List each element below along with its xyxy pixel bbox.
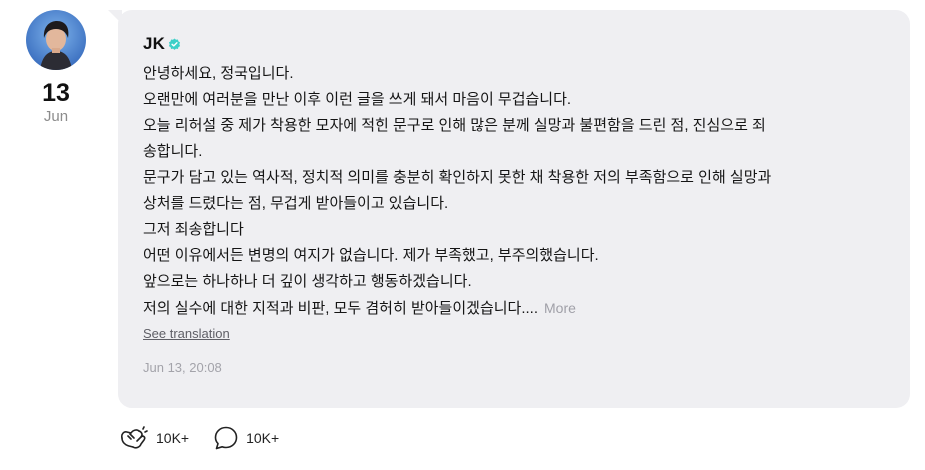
post-text-line: 그저 죄송합니다 <box>143 221 244 238</box>
author-row: JK <box>143 32 886 56</box>
post-text-line: 상처를 드렸다는 점, 무겁게 받아들이고 있습니다. <box>143 195 449 212</box>
post-text-line: 오늘 리허설 중 제가 착용한 모자에 적힌 문구로 인해 많은 분께 실망과 … <box>143 117 766 134</box>
post-text-line: 저의 실수에 대한 지적과 비판, 모두 겸허히 받아들이겠습니다.... <box>143 300 539 317</box>
post-timestamp: Jun 13, 20:08 <box>143 360 222 375</box>
comment-bubble-icon <box>214 426 238 450</box>
post-bubble: JK 안녕하세요, 정국입니다. 오랜만에 여러분을 만난 이후 이런 글을 쓰… <box>118 10 910 408</box>
post-date-month: Jun <box>43 108 69 125</box>
comment-button[interactable]: 10K+ <box>213 425 279 451</box>
post-body: 안녕하세요, 정국입니다. 오랜만에 여러분을 만난 이후 이런 글을 쓰게 돼… <box>143 61 886 322</box>
post-date-day: 13 <box>42 79 70 107</box>
author-name[interactable]: JK <box>143 34 165 54</box>
comment-count: 10K+ <box>246 430 280 446</box>
post-text-line: 안녕하세요, 정국입니다. <box>143 65 294 82</box>
post-text-line-last: 저의 실수에 대한 지적과 비판, 모두 겸허히 받아들이겠습니다.... Mor… <box>143 295 886 322</box>
post-date-column: 13 Jun <box>22 10 90 125</box>
like-hands-icon <box>121 426 148 449</box>
avatar[interactable] <box>26 10 86 70</box>
post-actions: 10K+ 10K+ <box>119 425 303 451</box>
post-text-line: 어떤 이유에서든 변명의 여지가 없습니다. 제가 부족했고, 부주의했습니다. <box>143 247 599 264</box>
like-count: 10K+ <box>156 430 190 446</box>
more-link[interactable]: More <box>544 300 576 316</box>
post-text-line: 송합니다. <box>143 143 203 160</box>
see-translation-link[interactable]: See translation <box>143 326 230 341</box>
like-button[interactable]: 10K+ <box>119 425 189 451</box>
post-text-line: 오랜만에 여러분을 만난 이후 이런 글을 쓰게 돼서 마음이 무겁습니다. <box>143 91 572 108</box>
post-text-line: 앞으로는 하나하나 더 깊이 생각하고 행동하겠습니다. <box>143 273 472 290</box>
post-text-line: 문구가 담고 있는 역사적, 정치적 의미를 충분히 확인하지 못한 채 착용한… <box>143 169 772 186</box>
verified-badge-icon <box>169 38 181 50</box>
avatar-image <box>26 10 86 70</box>
